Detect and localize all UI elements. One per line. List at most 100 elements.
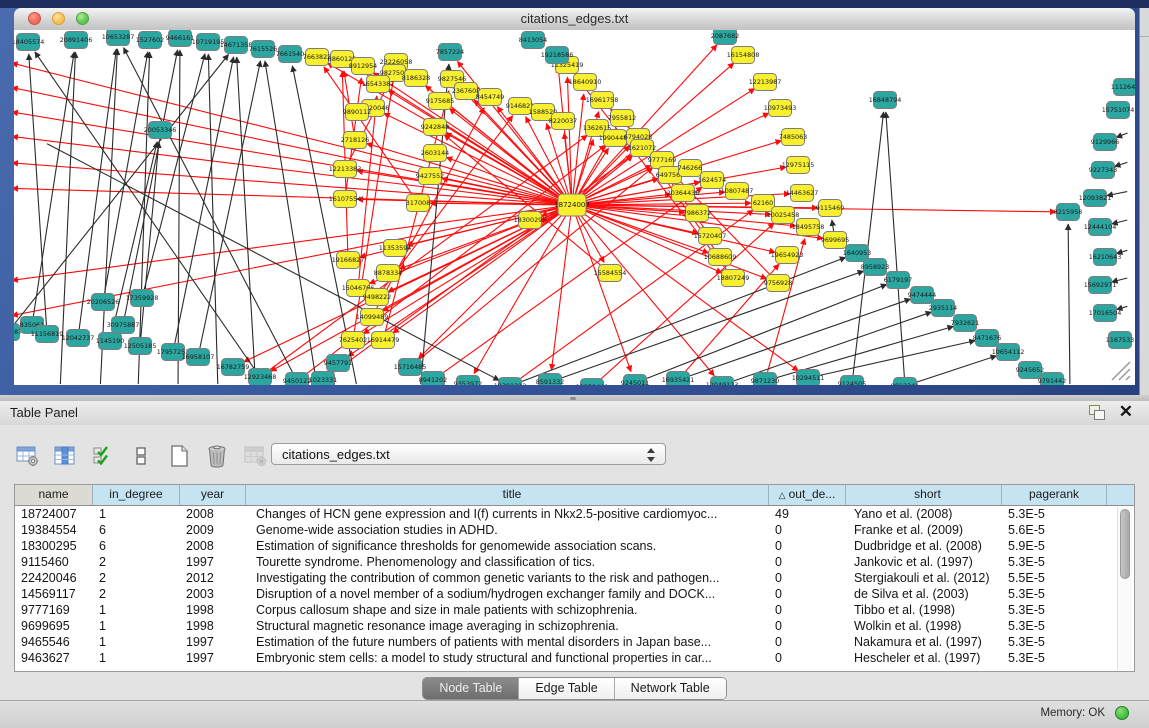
new-column-icon[interactable] bbox=[166, 443, 192, 469]
graph-node[interactable]: 9124505 bbox=[838, 376, 866, 386]
graph-node[interactable]: 11353594 bbox=[379, 240, 412, 257]
graph-node[interactable]: 9871230 bbox=[751, 373, 779, 386]
graph-node[interactable]: 12444104 bbox=[1084, 219, 1117, 236]
float-panel-icon[interactable] bbox=[1089, 405, 1105, 420]
graph-node[interactable]: 9227343 bbox=[1089, 162, 1117, 179]
citation-edge-black[interactable] bbox=[33, 52, 74, 317]
citation-edge-red[interactable] bbox=[418, 211, 566, 359]
citation-edge-red[interactable] bbox=[271, 209, 565, 371]
graph-node[interactable]: 14463627 bbox=[786, 185, 819, 202]
graph-node[interactable]: 62160 bbox=[752, 195, 775, 212]
graph-node[interactable]: 9450122 bbox=[283, 373, 311, 386]
graph-node[interactable]: 16154808 bbox=[727, 47, 760, 64]
graph-node[interactable]: 7625402 bbox=[339, 332, 367, 349]
graph-node[interactable]: 19654923 bbox=[771, 247, 804, 264]
graph-node[interactable]: 10025458 bbox=[767, 207, 800, 224]
table-row[interactable]: 969969511998Structural magnetic resonanc… bbox=[15, 618, 1134, 634]
graph-node[interactable]: 8413054 bbox=[519, 32, 547, 49]
graph-node[interactable]: 9245652 bbox=[1016, 362, 1044, 379]
scrollbar-thumb[interactable] bbox=[1120, 509, 1130, 579]
table-row[interactable]: 2242004622012Investigating the contribut… bbox=[15, 570, 1134, 586]
graph-node[interactable]: 8912954 bbox=[349, 58, 377, 75]
graph-node[interactable]: 17016504 bbox=[1089, 305, 1122, 322]
graph-node[interactable]: 6179197 bbox=[884, 272, 912, 289]
graph-node[interactable]: 16935421 bbox=[662, 372, 695, 386]
graph-node[interactable]: 20053346 bbox=[144, 122, 177, 139]
table-settings-icon[interactable] bbox=[14, 443, 40, 469]
tab-node-table[interactable]: Node Table bbox=[423, 678, 519, 699]
table-row[interactable]: 946554611997Estimation of the future num… bbox=[15, 634, 1134, 650]
graph-node[interactable]: 15692971 bbox=[1084, 277, 1117, 294]
graph-node[interactable]: 18640910 bbox=[569, 74, 602, 91]
tab-network-table[interactable]: Network Table bbox=[615, 678, 726, 699]
graph-node[interactable]: 16914479 bbox=[367, 332, 400, 349]
graph-node[interactable]: 2718126 bbox=[341, 132, 369, 149]
graph-node[interactable]: 10807487 bbox=[721, 183, 754, 200]
graph-node[interactable]: 11239441 bbox=[576, 379, 609, 386]
table-mode-icon[interactable] bbox=[128, 443, 154, 469]
graph-node[interactable]: 30975887 bbox=[107, 317, 140, 334]
graph-node[interactable]: 10654112 bbox=[992, 344, 1025, 361]
graph-node[interactable]: 15751074 bbox=[1102, 102, 1135, 119]
graph-node[interactable]: 2935114 bbox=[929, 300, 957, 317]
citation-edge-black[interactable] bbox=[175, 57, 234, 344]
graph-node[interactable]: 7932621 bbox=[951, 315, 979, 332]
citation-edge-black[interactable] bbox=[124, 48, 294, 374]
graph-node[interactable]: 18405574 bbox=[14, 34, 44, 51]
graph-node[interactable]: 9175685 bbox=[426, 93, 454, 110]
graph-node[interactable]: 7615526 bbox=[249, 41, 277, 58]
delete-column-icon[interactable] bbox=[204, 443, 230, 469]
graph-node[interactable]: 2087682 bbox=[711, 30, 739, 45]
graph-node[interactable]: 12093821 bbox=[1079, 190, 1112, 207]
select-columns-icon[interactable] bbox=[52, 443, 78, 469]
graph-node[interactable]: 20206526 bbox=[87, 294, 120, 311]
graph-node[interactable]: 11156819 bbox=[31, 326, 64, 343]
graph-node[interactable]: 12213987 bbox=[749, 74, 782, 91]
table-row[interactable]: 1872400712008Changes of HCN gene express… bbox=[15, 506, 1134, 522]
graph-node[interactable]: 8941202 bbox=[419, 372, 447, 386]
citation-edge-black[interactable] bbox=[642, 284, 886, 380]
graph-node[interactable]: 9457791 bbox=[324, 355, 352, 372]
graph-node[interactable]: 9498222 bbox=[363, 289, 391, 306]
graph-node[interactable]: 20891406 bbox=[60, 32, 93, 49]
graph-node[interactable]: 1023331 bbox=[309, 372, 337, 386]
graph-node[interactable]: 10391212 bbox=[494, 378, 527, 386]
citation-edge-black[interactable] bbox=[832, 220, 834, 232]
canvas-resize-grip[interactable] bbox=[1112, 362, 1130, 380]
graph-node[interactable]: 2603144 bbox=[421, 145, 449, 162]
graph-node[interactable]: 1167533 bbox=[1106, 332, 1134, 349]
splitter-handle[interactable] bbox=[570, 397, 576, 400]
graph-node[interactable]: 16848794 bbox=[869, 92, 902, 109]
citation-edge-black[interactable] bbox=[853, 112, 884, 376]
citation-edge-black[interactable] bbox=[913, 356, 997, 384]
table-row[interactable]: 946362711997Embryonic stem cells: a mode… bbox=[15, 650, 1134, 666]
close-panel-icon[interactable]: ✕ bbox=[1119, 402, 1133, 422]
graph-node[interactable]: 1112640 bbox=[1111, 79, 1135, 96]
graph-node[interactable]: 7661540 bbox=[276, 46, 304, 63]
graph-node[interactable]: 8591332 bbox=[536, 374, 564, 386]
citation-edge-black[interactable] bbox=[886, 112, 905, 378]
graph-node[interactable]: 9427552 bbox=[416, 168, 444, 185]
graph-node[interactable]: 16107554 bbox=[329, 191, 362, 208]
graph-node[interactable]: 18495758 bbox=[792, 219, 825, 236]
citation-edge-black[interactable] bbox=[237, 57, 256, 384]
graph-node[interactable]: 9353972 bbox=[454, 376, 482, 386]
tab-edge-table[interactable]: Edge Table bbox=[519, 678, 614, 699]
network-window-titlebar[interactable]: citations_edges.txt bbox=[14, 8, 1135, 31]
graph-node[interactable]: 1145190 bbox=[96, 333, 124, 350]
citation-edge-black[interactable] bbox=[1068, 224, 1070, 384]
graph-node[interactable]: 20364436 bbox=[667, 185, 700, 202]
graph-node[interactable]: 12505185 bbox=[124, 338, 157, 355]
graph-node[interactable]: 317008 bbox=[406, 195, 430, 212]
graph-node[interactable]: 10294511 bbox=[792, 370, 825, 386]
graph-node[interactable]: 8878334 bbox=[374, 265, 402, 282]
citation-edge-red[interactable] bbox=[575, 213, 631, 372]
column-header-in_degree[interactable]: in_degree bbox=[93, 485, 180, 505]
graph-node[interactable]: 12975115 bbox=[782, 157, 815, 174]
table-chooser-dropdown[interactable]: citations_edges.txt bbox=[271, 443, 666, 465]
citation-edge-black[interactable] bbox=[558, 271, 864, 379]
graph-node[interactable]: 9242848 bbox=[421, 119, 449, 136]
citation-edge-black[interactable] bbox=[686, 299, 911, 377]
graph-node[interactable]: 9115460 bbox=[816, 200, 844, 217]
graph-node[interactable]: 8471676 bbox=[973, 330, 1001, 347]
